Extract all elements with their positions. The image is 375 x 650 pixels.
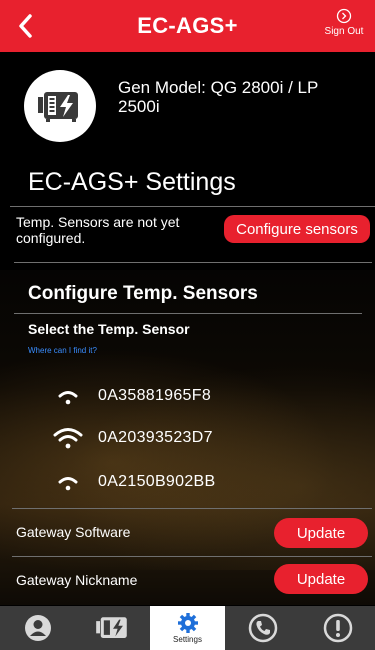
gateway-nickname-label: Gateway Nickname bbox=[16, 572, 138, 588]
wifi-icon bbox=[53, 428, 83, 449]
configure-sensors-button[interactable]: Configure sensors bbox=[224, 215, 370, 243]
where-find-link[interactable]: Where can I find it? bbox=[28, 346, 97, 355]
signout-circle-icon bbox=[336, 8, 352, 24]
generator-icon bbox=[38, 92, 78, 122]
back-button[interactable] bbox=[10, 9, 40, 43]
sensor-id: 0A2150B902BB bbox=[98, 473, 216, 490]
app-header: EC-AGS+ Sign Out bbox=[0, 0, 375, 52]
gateway-software-update-button[interactable]: Update bbox=[274, 518, 368, 548]
sensor-id: 0A35881965F8 bbox=[98, 387, 212, 404]
gateway-nickname-update-button[interactable]: Update bbox=[274, 564, 368, 594]
sensor-id: 0A20393523D7 bbox=[98, 429, 213, 446]
divider bbox=[12, 508, 372, 509]
tab-settings[interactable]: Settings bbox=[150, 606, 225, 650]
sign-out-label: Sign Out bbox=[324, 26, 364, 37]
divider bbox=[10, 206, 375, 207]
divider bbox=[14, 313, 362, 314]
tab-settings-label: Settings bbox=[173, 635, 202, 644]
tab-profile[interactable] bbox=[0, 606, 75, 650]
generator-avatar bbox=[24, 70, 96, 142]
divider bbox=[12, 556, 372, 557]
generator-info: Gen Model: QG 2800i / LP 2500i bbox=[24, 62, 364, 152]
generator-model: Gen Model: QG 2800i / LP 2500i bbox=[118, 78, 319, 116]
select-sensor-label: Select the Temp. Sensor bbox=[28, 321, 190, 337]
wifi-icon bbox=[58, 391, 78, 405]
sensor-item[interactable]: 0A35881965F8 bbox=[44, 380, 304, 412]
generator-icon bbox=[95, 617, 127, 638]
sensor-item[interactable]: 0A2150B902BB bbox=[44, 466, 304, 498]
gateway-software-label: Gateway Software bbox=[16, 524, 131, 540]
user-icon bbox=[24, 615, 51, 641]
sensors-status-text: Temp. Sensors are not yet configured. bbox=[16, 214, 180, 246]
sensor-item[interactable]: 0A20393523D7 bbox=[44, 422, 304, 454]
tab-bar: Settings bbox=[0, 606, 375, 650]
configure-sensors-heading: Configure Temp. Sensors bbox=[28, 283, 258, 304]
sign-out-button[interactable]: Sign Out bbox=[321, 8, 367, 46]
settings-title: EC-AGS+ Settings bbox=[28, 168, 236, 196]
tab-alerts[interactable] bbox=[300, 606, 375, 650]
phone-icon bbox=[248, 613, 277, 643]
tab-contact[interactable] bbox=[225, 606, 300, 650]
chevron-left-icon bbox=[19, 14, 32, 38]
wifi-icon bbox=[58, 477, 78, 491]
divider bbox=[14, 262, 372, 263]
tab-generator[interactable] bbox=[75, 606, 150, 650]
page-title: EC-AGS+ bbox=[137, 13, 238, 38]
gear-icon bbox=[177, 613, 198, 633]
alert-icon bbox=[323, 613, 352, 643]
